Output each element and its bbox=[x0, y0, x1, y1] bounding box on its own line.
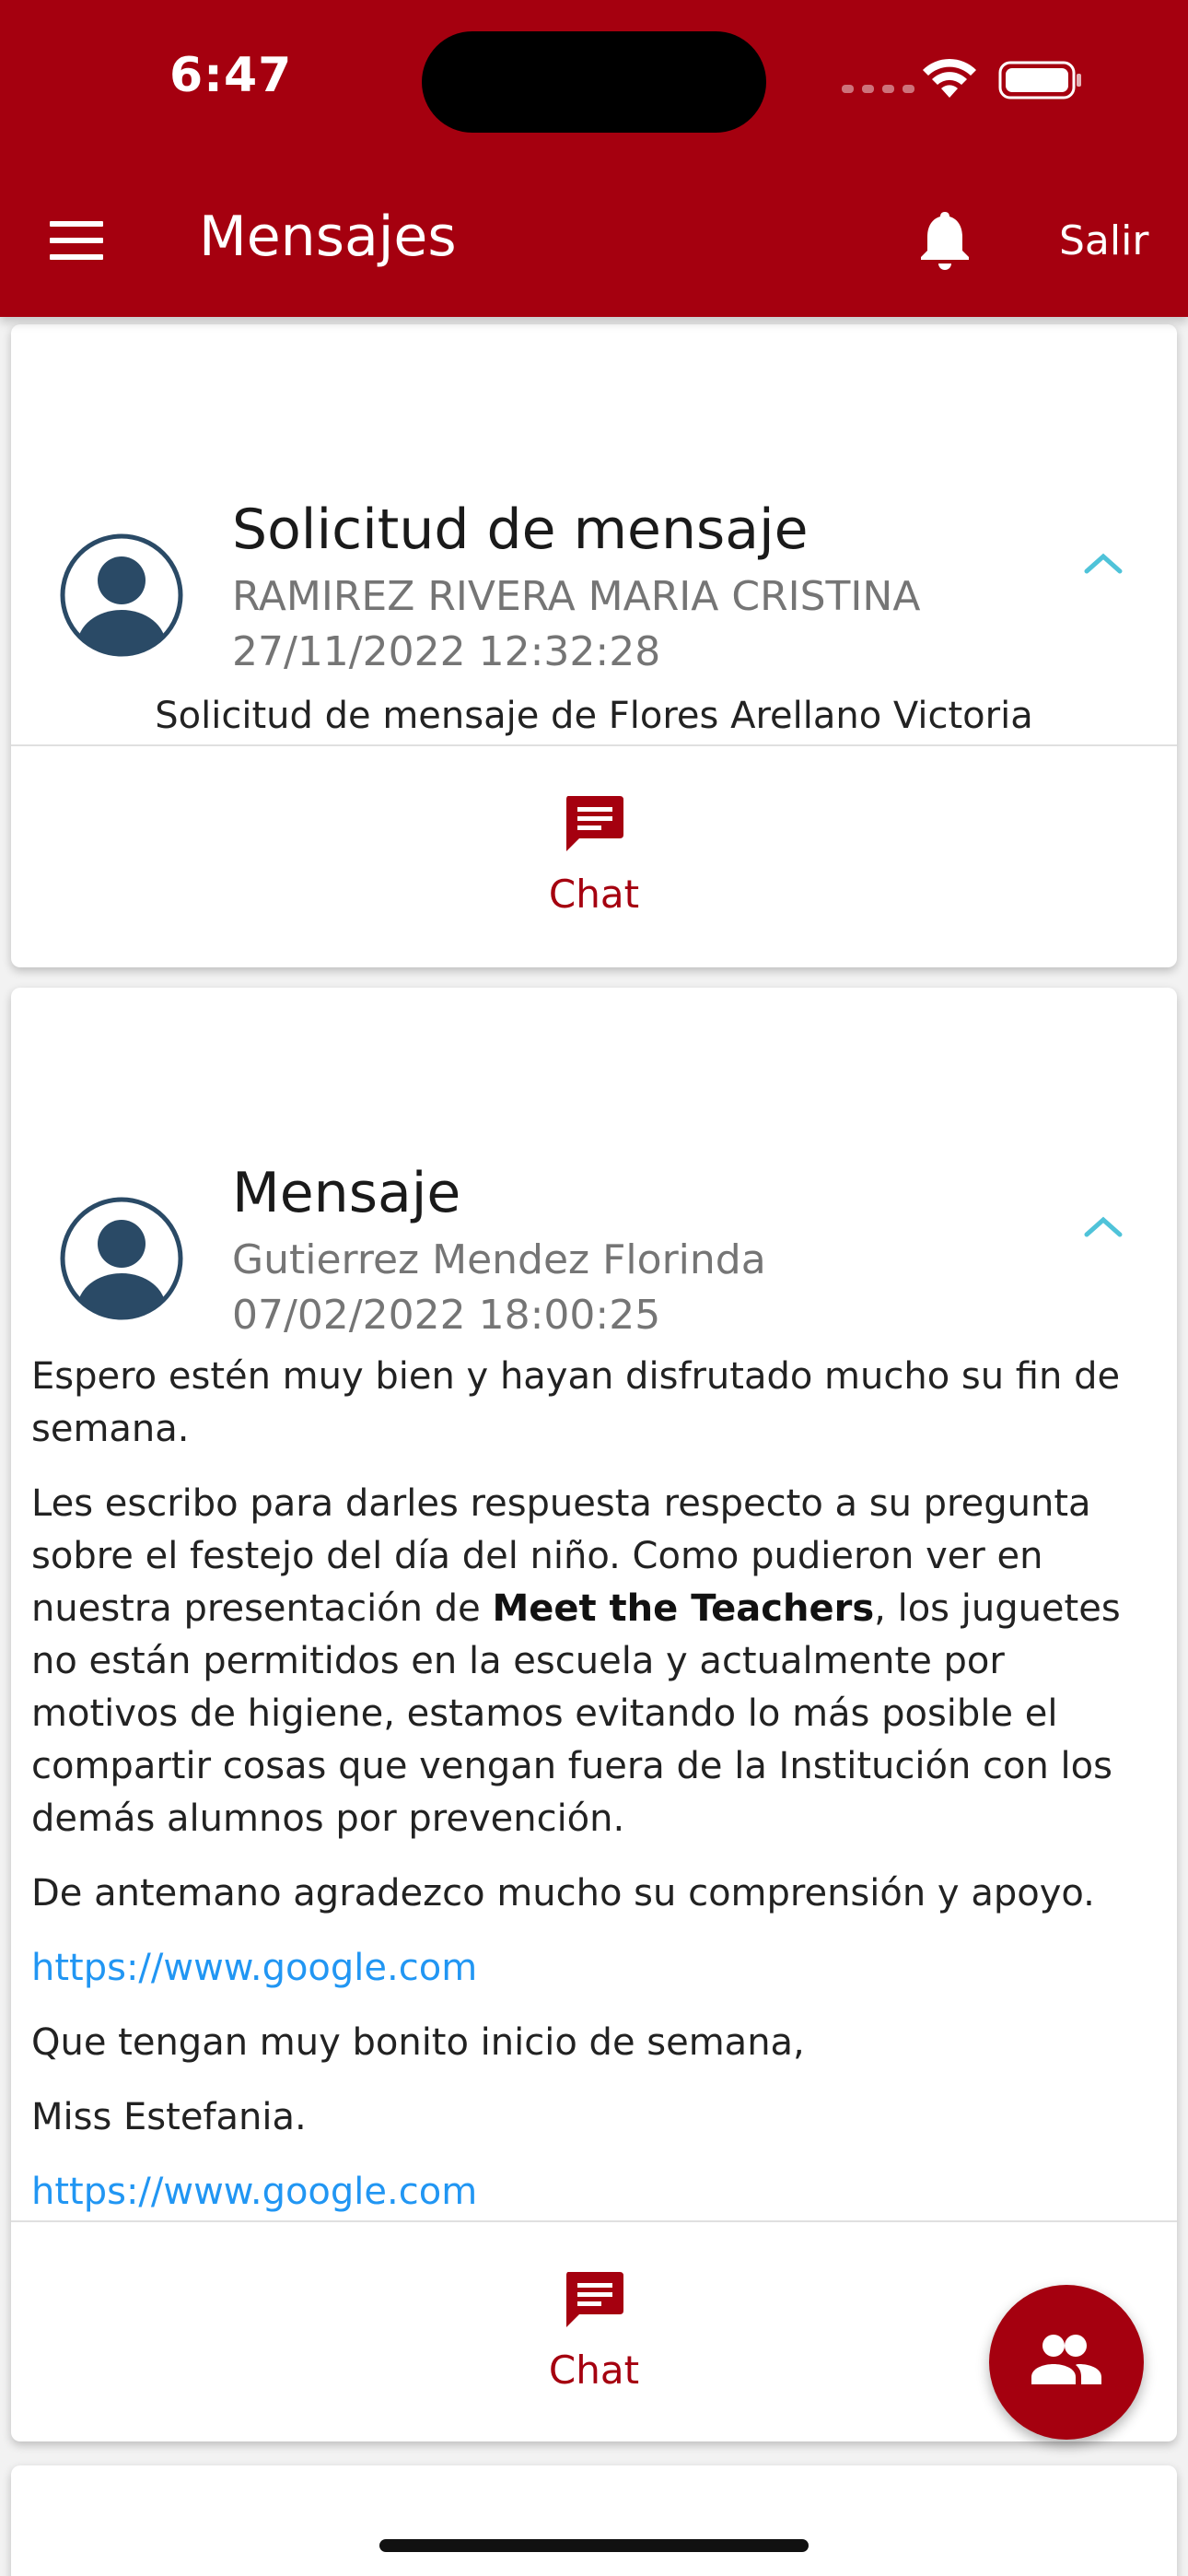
messages-screen: 6:47 Mensajes Salir Solicitud de mensaje… bbox=[0, 0, 1188, 2576]
chevron-up-icon[interactable] bbox=[1079, 549, 1127, 579]
message-date: 07/02/2022 18:00:25 bbox=[232, 1292, 661, 1339]
avatar-icon bbox=[60, 1197, 183, 1320]
message-card[interactable]: Mensaje Gutierrez Mendez Florinda 07/02/… bbox=[11, 988, 1177, 2441]
message-signature: Miss Estefania. bbox=[31, 2096, 307, 2138]
menu-icon[interactable] bbox=[50, 221, 103, 260]
avatar-icon bbox=[60, 533, 183, 657]
chat-button[interactable]: Chat bbox=[502, 794, 686, 942]
contacts-fab[interactable] bbox=[989, 2285, 1144, 2440]
chevron-up-icon[interactable] bbox=[1079, 1212, 1127, 1242]
message-sender: RAMIREZ RIVERA MARIA CRISTINA bbox=[232, 573, 921, 620]
message-link[interactable]: https://www.google.com bbox=[31, 2171, 477, 2213]
wifi-icon bbox=[923, 58, 976, 98]
page-title: Mensajes bbox=[199, 205, 457, 269]
chat-icon bbox=[566, 796, 623, 851]
dynamic-island bbox=[422, 31, 766, 133]
home-indicator bbox=[379, 2539, 809, 2552]
message-summary: Solicitud de mensaje de Flores Arellano … bbox=[155, 695, 1033, 737]
group-icon bbox=[1031, 2335, 1101, 2384]
chat-label: Chat bbox=[548, 2348, 640, 2393]
message-paragraph: De antemano agradezco mucho su comprensi… bbox=[31, 1872, 1095, 1914]
bold-text: Meet the Teachers bbox=[492, 1587, 875, 1630]
message-date: 27/11/2022 12:32:28 bbox=[232, 628, 661, 675]
bell-icon[interactable] bbox=[917, 208, 973, 273]
message-paragraph: Espero estén muy bien y hayan disfrutado… bbox=[31, 1355, 1121, 1450]
status-time: 6:47 bbox=[169, 48, 293, 103]
chat-button[interactable]: Chat bbox=[502, 2270, 686, 2418]
message-paragraph: Les escribo para darles respuesta respec… bbox=[31, 1482, 1121, 1840]
message-paragraph: Que tengan muy bonito inicio de semana, bbox=[31, 2021, 805, 2064]
logout-button[interactable]: Salir bbox=[1059, 217, 1148, 264]
message-sender: Gutierrez Mendez Florinda bbox=[232, 1236, 766, 1283]
chat-icon bbox=[566, 2272, 623, 2327]
message-card[interactable]: Solicitud de mensaje RAMIREZ RIVERA MARI… bbox=[11, 324, 1177, 967]
card-divider bbox=[11, 2220, 1177, 2222]
message-card[interactable] bbox=[11, 2465, 1177, 2576]
message-link[interactable]: https://www.google.com bbox=[31, 1947, 477, 1989]
chat-label: Chat bbox=[548, 872, 640, 917]
message-body: Espero estén muy bien y hayan disfrutado… bbox=[31, 1351, 1155, 2241]
battery-icon bbox=[998, 61, 1081, 100]
app-header: 6:47 Mensajes Salir bbox=[0, 0, 1188, 317]
message-title: Mensaje bbox=[232, 1161, 461, 1225]
message-title: Solicitud de mensaje bbox=[232, 498, 809, 562]
card-divider bbox=[11, 744, 1177, 746]
cellular-signal-icon bbox=[842, 85, 914, 93]
